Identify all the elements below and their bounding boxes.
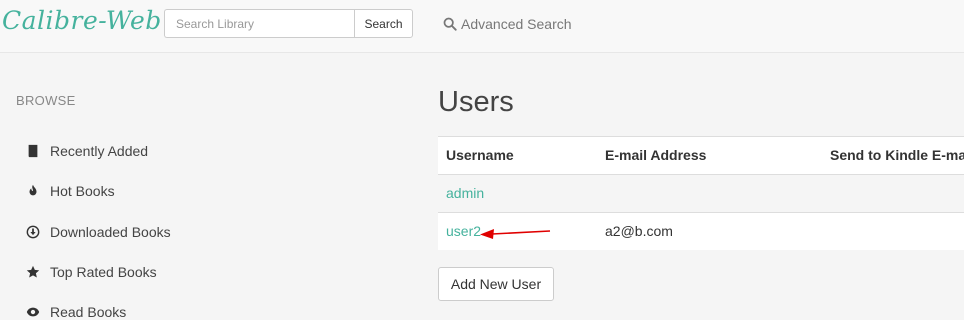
eye-icon: [25, 305, 40, 320]
app-logo[interactable]: Calibre-Web: [2, 6, 162, 35]
table-row: admin: [438, 174, 964, 212]
sidebar-item-label: Downloaded Books: [50, 224, 171, 240]
page-title: Users: [438, 86, 514, 118]
annotation-arrow: [480, 229, 551, 239]
sidebar-item-recently-added[interactable]: Recently Added: [25, 143, 148, 159]
advanced-search-label: Advanced Search: [461, 16, 572, 32]
username-link[interactable]: admin: [446, 175, 484, 211]
advanced-search-link[interactable]: Advanced Search: [443, 16, 572, 32]
download-circle-icon: [25, 225, 40, 240]
sidebar-item-label: Top Rated Books: [50, 264, 157, 280]
column-header-username: Username: [446, 147, 514, 163]
browse-heading: BROWSE: [16, 93, 76, 108]
search-button[interactable]: Search: [354, 9, 413, 38]
sidebar-item-label: Hot Books: [50, 183, 115, 199]
email-cell: a2@b.com: [605, 223, 673, 239]
fire-icon: [25, 184, 40, 199]
username-link[interactable]: user2: [446, 213, 481, 249]
search-icon: [443, 17, 457, 31]
add-new-user-button[interactable]: Add New User: [438, 267, 554, 301]
sidebar-item-label: Recently Added: [50, 143, 149, 159]
star-icon: [25, 265, 40, 280]
search-input[interactable]: [164, 9, 354, 38]
book-icon: [25, 144, 40, 159]
table-header-row: Username E-mail Address Send to Kindle E…: [438, 136, 964, 174]
sidebar-item-downloaded-books[interactable]: Downloaded Books: [25, 224, 171, 240]
top-navbar: Calibre-Web Search Advanced Search: [0, 0, 964, 53]
column-header-email: E-mail Address: [605, 147, 707, 163]
column-header-kindle-email: Send to Kindle E-mail: [830, 147, 964, 163]
sidebar-item-top-rated[interactable]: Top Rated Books: [25, 264, 157, 280]
sidebar-item-hot-books[interactable]: Hot Books: [25, 183, 115, 199]
